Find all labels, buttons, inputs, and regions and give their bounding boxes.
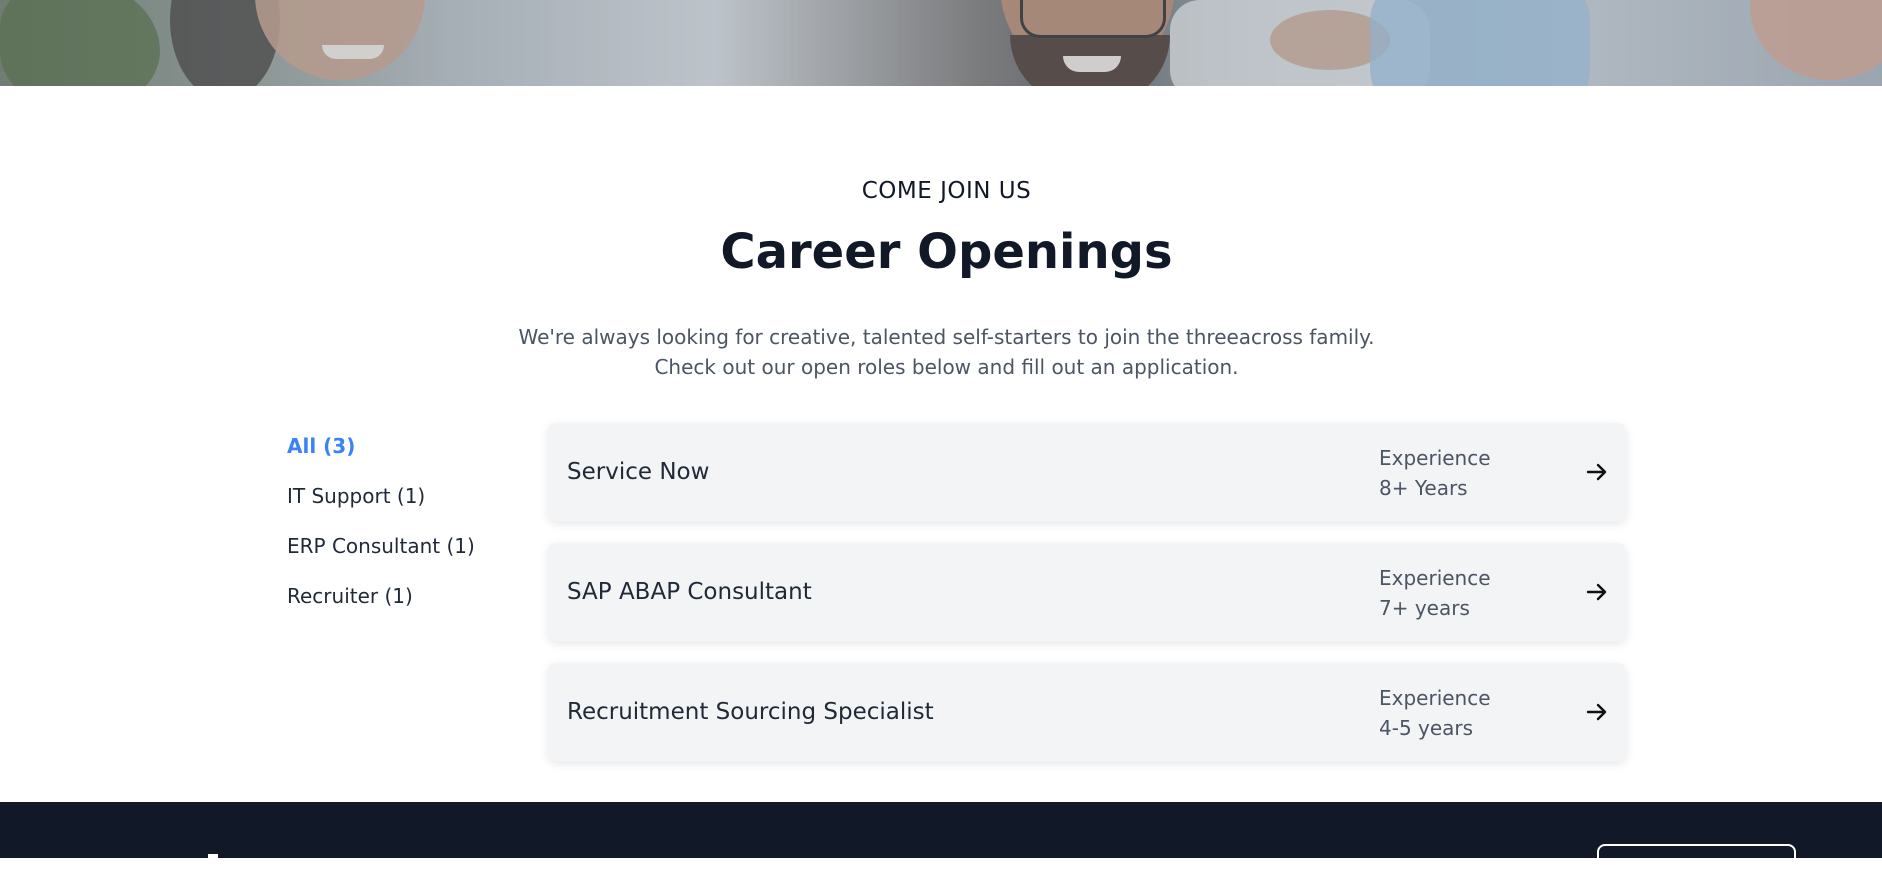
job-experience: Experience 4-5 years [1379,683,1491,743]
site-footer [0,802,1882,874]
hero-banner-image [0,0,1882,86]
arrow-right-icon[interactable] [1586,581,1608,603]
job-experience: Experience 8+ Years [1379,443,1491,503]
section-eyebrow: COME JOIN US [861,178,1032,204]
job-title: Recruitment Sourcing Specialist [567,699,934,725]
arrow-right-icon[interactable] [1586,461,1608,483]
filter-erp-consultant[interactable]: ERP Consultant (1) [287,528,517,578]
filter-all[interactable]: All (3) [287,428,517,478]
experience-label: Experience [1379,446,1491,470]
experience-value: 8+ Years [1379,476,1468,500]
intro-line-1: We're always looking for creative, talen… [518,325,1375,349]
experience-value: 7+ years [1379,596,1470,620]
intro-line-2: Check out our open roles below and fill … [654,355,1239,379]
hero-overlay [0,0,1882,86]
filter-it-support[interactable]: IT Support (1) [287,478,517,528]
category-filter-list: All (3) IT Support (1) ERP Consultant (1… [287,428,517,628]
job-card-sap-abap-consultant[interactable]: SAP ABAP Consultant Experience 7+ years [548,543,1626,641]
experience-label: Experience [1379,686,1491,710]
filter-recruiter[interactable]: Recruiter (1) [287,578,517,628]
section-intro: We're always looking for creative, talen… [0,322,1882,382]
job-experience: Experience 7+ years [1379,563,1491,623]
job-list: Service Now Experience 8+ Years SAP ABAP… [548,423,1626,783]
experience-label: Experience [1379,566,1491,590]
job-title: Service Now [567,459,710,485]
page-title: Career Openings [720,224,1173,280]
job-card-recruitment-sourcing-specialist[interactable]: Recruitment Sourcing Specialist Experien… [548,663,1626,761]
job-card-service-now[interactable]: Service Now Experience 8+ Years [548,423,1626,521]
footer-logo[interactable] [208,854,218,858]
footer-button[interactable] [1597,844,1796,874]
arrow-right-icon[interactable] [1586,701,1608,723]
experience-value: 4-5 years [1379,716,1474,740]
job-title: SAP ABAP Consultant [567,579,812,605]
